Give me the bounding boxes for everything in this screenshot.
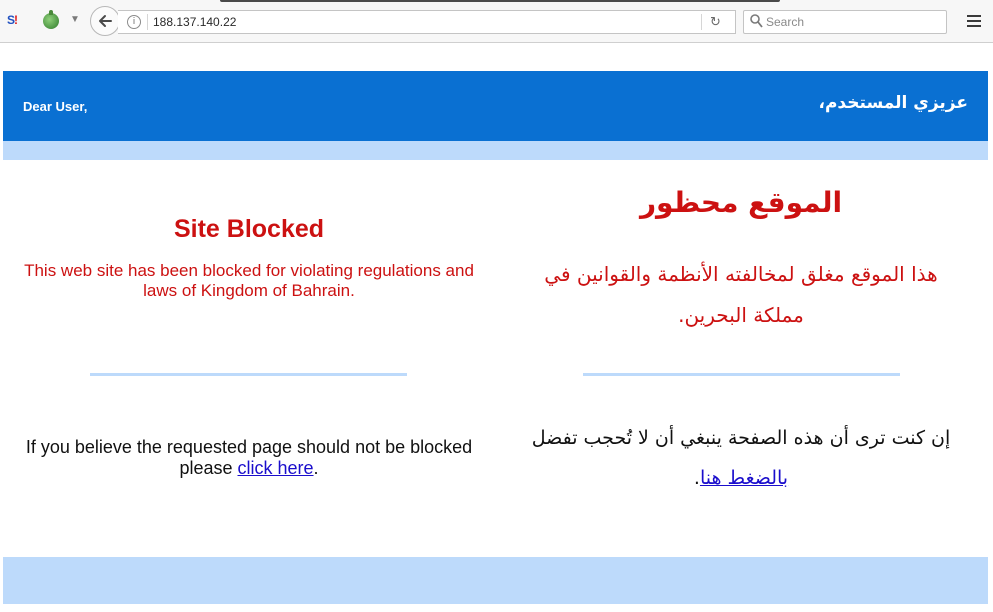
back-button[interactable] <box>90 6 120 36</box>
page-title-arabic: الموقع محظور <box>639 186 843 219</box>
unblock-request-english: If you believe the requested page should… <box>18 437 480 479</box>
url-text[interactable]: 188.137.140.22 <box>153 15 236 29</box>
search-input[interactable] <box>766 14 942 30</box>
block-message-arabic: هذا الموقع مغلق لمخالفته الأنظمة والقوان… <box>544 262 938 327</box>
unblock-text-arabic: إن كنت ترى أن هذه الصفحة ينبغي أن لا تُح… <box>531 427 951 449</box>
divider-arabic <box>583 373 900 376</box>
chevron-down-icon[interactable]: ▼ <box>70 14 80 25</box>
header-banner: Dear User, عزيزي المستخدم، <box>3 71 988 141</box>
reload-icon[interactable]: ↻ <box>710 15 721 30</box>
footer-bar <box>3 557 988 604</box>
browser-toolbar: S! ▼ i 188.137.140.22 ↻ <box>0 0 993 43</box>
header-subbar <box>3 141 988 160</box>
greeting-english: Dear User, <box>23 99 88 114</box>
hamburger-icon-line <box>967 25 981 27</box>
click-here-link-arabic[interactable]: بالضغط هنا <box>700 467 788 489</box>
search-bar[interactable] <box>743 10 947 34</box>
hamburger-icon-line <box>967 20 981 22</box>
hamburger-icon <box>967 15 981 17</box>
search-icon <box>750 14 763 28</box>
tab-strip-edge <box>220 0 780 2</box>
address-bar[interactable]: i 188.137.140.22 ↻ <box>118 10 736 34</box>
back-arrow-icon <box>99 15 112 27</box>
block-message-english: This web site has been blocked for viola… <box>24 261 474 300</box>
url-separator <box>147 14 148 30</box>
extension-si-icon[interactable]: S! <box>7 13 25 31</box>
unblock-request-arabic: إن كنت ترى أن هذه الصفحة ينبغي أن لا تُح… <box>515 418 967 498</box>
unblock-period: . <box>313 458 319 478</box>
divider-english <box>90 373 407 376</box>
extension-globe-icon[interactable] <box>43 10 59 29</box>
reload-separator <box>701 14 702 30</box>
click-here-link[interactable]: click here <box>238 458 314 478</box>
menu-button[interactable] <box>961 9 987 35</box>
greeting-arabic: عزيزي المستخدم، <box>818 93 968 113</box>
page-title-english: Site Blocked <box>173 215 325 243</box>
info-icon[interactable]: i <box>127 15 141 29</box>
